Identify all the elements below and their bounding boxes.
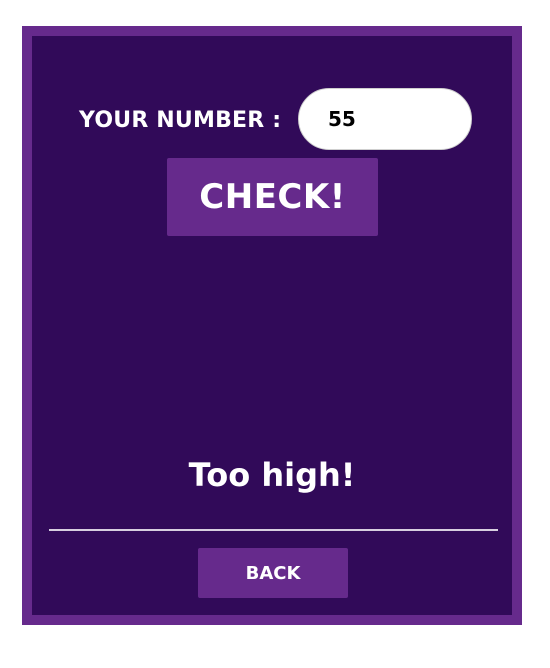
- number-input[interactable]: [298, 88, 472, 150]
- number-label: YOUR NUMBER :: [79, 108, 282, 133]
- game-panel: YOUR NUMBER : CHECK! Too high! BACK: [32, 36, 512, 615]
- game-frame: YOUR NUMBER : CHECK! Too high! BACK: [22, 26, 522, 625]
- result-message: Too high!: [188, 456, 356, 494]
- check-button[interactable]: CHECK!: [167, 158, 378, 236]
- divider: [49, 529, 498, 531]
- number-entry-row: YOUR NUMBER :: [32, 88, 512, 152]
- back-button[interactable]: BACK: [198, 548, 348, 598]
